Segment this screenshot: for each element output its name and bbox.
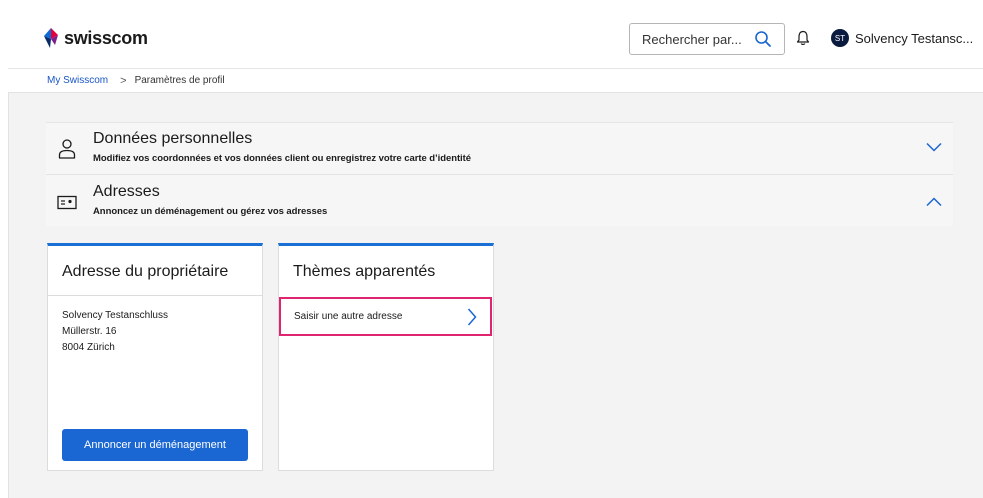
user-menu[interactable]: ST Solvency Testansc... xyxy=(831,29,973,47)
accordion-addresses[interactable]: Adresses Annoncez un déménagement ou gér… xyxy=(46,175,953,226)
owner-address: Solvency Testanschluss Müllerstr. 16 800… xyxy=(62,308,168,356)
chevron-up-icon[interactable] xyxy=(926,197,942,207)
related-topics-card: Thèmes apparentés Saisir une autre adres… xyxy=(278,243,494,471)
search-input[interactable] xyxy=(640,30,754,48)
bell-icon[interactable] xyxy=(796,30,810,46)
brand-name: swisscom xyxy=(64,27,148,48)
address-street: Müllerstr. 16 xyxy=(62,326,117,337)
address-card-icon xyxy=(57,195,77,210)
accordion-subtitle: Annoncez un déménagement ou gérez vos ad… xyxy=(93,206,328,217)
swisscom-logo-icon xyxy=(44,28,58,48)
search-box[interactable] xyxy=(629,23,785,55)
top-header: swisscom ST Solvency Testansc... xyxy=(8,8,983,69)
person-icon xyxy=(58,139,76,159)
announce-move-button[interactable]: Annoncer un déménagement xyxy=(62,429,248,461)
card-title: Thèmes apparentés xyxy=(293,263,436,280)
breadcrumb: My Swisscom > Paramètres de profil xyxy=(8,69,983,93)
owner-address-card: Adresse du propriétaire Solvency Testans… xyxy=(47,243,263,471)
accordion-subtitle: Modifiez vos coordonnées et vos données … xyxy=(93,153,471,164)
card-title: Adresse du propriétaire xyxy=(62,263,229,280)
accordion-personal-data[interactable]: Données personnelles Modifiez vos coordo… xyxy=(46,122,953,175)
user-name: Solvency Testansc... xyxy=(855,30,974,46)
accordion-title: Adresses xyxy=(93,183,160,200)
chevron-right-icon: > xyxy=(120,74,127,87)
breadcrumb-current: Paramètres de profil xyxy=(134,75,225,86)
divider xyxy=(48,295,262,296)
related-link-label: Saisir une autre adresse xyxy=(294,311,403,322)
address-name: Solvency Testanschluss xyxy=(62,310,168,321)
accordion-title: Données personnelles xyxy=(93,130,253,147)
address-city: 8004 Zürich xyxy=(62,342,115,353)
search-icon[interactable] xyxy=(754,30,772,48)
avatar: ST xyxy=(831,29,849,47)
swisscom-logo[interactable]: swisscom xyxy=(42,27,148,49)
enter-other-address-link[interactable]: Saisir une autre adresse xyxy=(279,297,492,336)
breadcrumb-home-link[interactable]: My Swisscom xyxy=(47,75,108,86)
chevron-down-icon[interactable] xyxy=(926,142,942,152)
chevron-right-icon xyxy=(467,308,477,326)
